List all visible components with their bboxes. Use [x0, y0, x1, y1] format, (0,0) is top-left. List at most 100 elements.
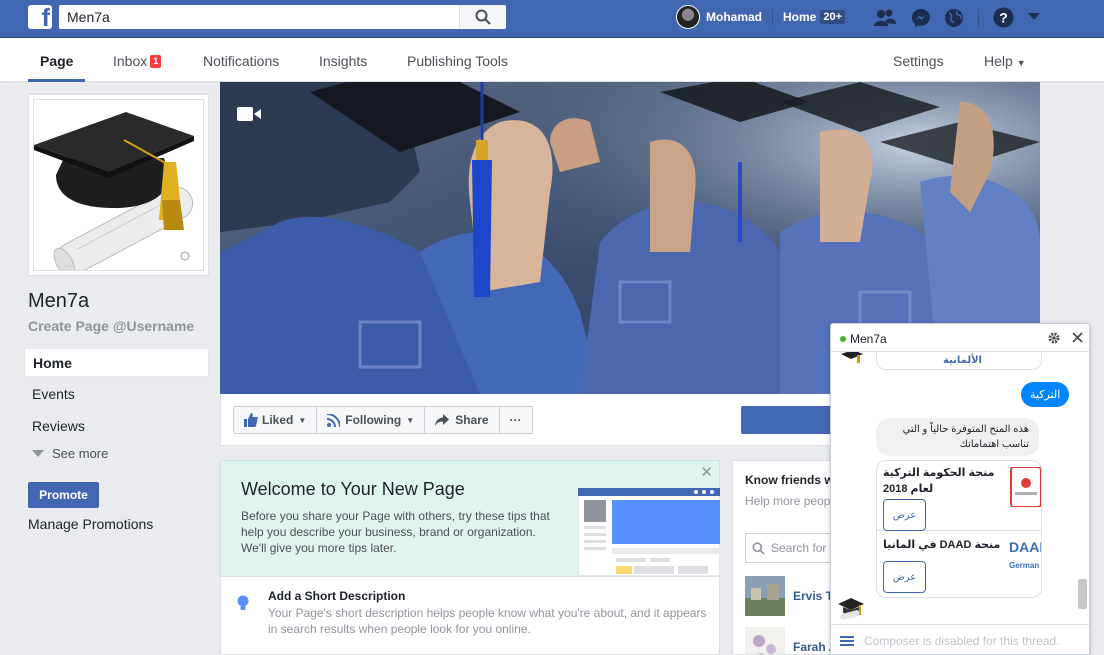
search-box [59, 5, 506, 29]
list-item[interactable]: Farah A [745, 627, 837, 654]
page-title: Men7a [28, 290, 90, 312]
bot-avatar [841, 352, 863, 363]
chat-header[interactable]: Men7a [831, 324, 1089, 352]
chat-messages: الألمانية التركية هذه المنح المتوفرة حال… [831, 352, 1089, 626]
scholarship-cards: منحة الحكومة التركية لعام 2018 عرض منحة … [876, 460, 1042, 598]
globe-icon[interactable] [944, 8, 964, 28]
share-label: Share [455, 413, 489, 427]
facebook-logo[interactable]: f [28, 5, 52, 29]
search-icon [475, 9, 491, 25]
composer-disabled-text: Composer is disabled for this thread. [864, 634, 1060, 648]
chat-title[interactable]: Men7a [840, 332, 887, 346]
tab-label: Notifications [203, 53, 280, 69]
following-label: Following [345, 413, 402, 427]
tab-label: Page [40, 53, 74, 69]
search-input[interactable] [59, 5, 457, 29]
avatar[interactable] [676, 5, 700, 29]
gear-icon[interactable] [1048, 332, 1060, 344]
tab-label: Publishing Tools [407, 53, 508, 69]
scholarship-card-daad: منحة DAAD في المانيا عرض DAAD German [877, 531, 1041, 597]
friend-requests-icon[interactable] [874, 9, 896, 27]
promote-button[interactable]: Promote [28, 482, 99, 508]
tip-text: Your Page's short description helps peop… [268, 606, 707, 636]
search-placeholder: Search for [771, 541, 827, 555]
previous-card: الألمانية [876, 352, 1042, 370]
search-button[interactable] [459, 5, 506, 29]
tab-inbox[interactable]: Inbox 1 [113, 38, 162, 82]
online-status-icon [840, 336, 846, 342]
caret-down-icon: ▼ [1016, 58, 1026, 68]
tip-title: Add a Short Description [268, 589, 406, 603]
manage-promotions-link[interactable]: Manage Promotions [28, 516, 153, 532]
sidebar-item-events[interactable]: Events [24, 380, 209, 409]
more-label: ··· [509, 413, 522, 427]
friends-card-title: Know friends w [745, 473, 834, 487]
lightbulb-icon [237, 595, 249, 610]
user-message-bubble: التركية [1021, 382, 1070, 407]
see-more-label: See more [52, 446, 109, 461]
messenger-icon[interactable] [911, 8, 931, 28]
friend-name[interactable]: Ervis T [793, 589, 833, 603]
scholarship-card-turkey: منحة الحكومة التركية لعام 2018 عرض [877, 461, 1041, 531]
share-button[interactable]: Share [425, 407, 500, 433]
composer-bar: Composer is disabled for this thread. [831, 624, 1089, 654]
turkiye-burslari-logo [1010, 467, 1041, 507]
sidebar-item-home[interactable]: Home [24, 348, 209, 377]
welcome-title: Welcome to Your New Page [241, 479, 465, 499]
divider [772, 9, 774, 25]
search-icon [752, 541, 765, 555]
chevron-down-icon [32, 449, 44, 457]
share-arrow-icon [435, 414, 450, 426]
tab-insights[interactable]: Insights [319, 38, 367, 82]
chat-scrollbar[interactable] [1078, 579, 1087, 609]
daad-logo: DAAD German [1009, 539, 1041, 585]
inbox-badge: 1 [150, 55, 162, 68]
page-preview-illustration [578, 488, 720, 576]
card-title: منحة الحكومة التركية لعام 2018 [883, 467, 995, 495]
tab-label: Inbox [113, 53, 148, 69]
tip-short-description[interactable]: Add a Short Description Your Page's shor… [221, 576, 719, 646]
home-count-badge: 20+ [820, 10, 846, 24]
welcome-banner: Welcome to Your New Page Before you shar… [221, 461, 720, 576]
sidebar-item-reviews[interactable]: Reviews [24, 412, 209, 441]
daad-logo-sub: German [1009, 561, 1040, 570]
view-button[interactable]: عرض [883, 561, 926, 593]
chevron-down-icon[interactable] [1028, 13, 1040, 21]
bot-avatar [838, 598, 864, 620]
liked-label: Liked [262, 413, 294, 427]
thumbs-up-icon [244, 413, 258, 427]
rss-icon [327, 413, 341, 427]
user-name[interactable]: Mohamad [706, 10, 762, 24]
home-link[interactable]: Home [783, 10, 816, 24]
caret-down-icon: ▼ [298, 415, 307, 425]
tab-publishing-tools[interactable]: Publishing Tools [407, 38, 508, 82]
caret-down-icon: ▼ [406, 415, 415, 425]
card-title: منحة DAAD في المانيا [883, 539, 1001, 551]
friend-photo [745, 576, 785, 616]
help-icon[interactable]: ? [993, 7, 1014, 28]
welcome-card: Welcome to Your New Page Before you shar… [220, 460, 720, 655]
divider [978, 9, 979, 27]
menu-icon[interactable] [840, 636, 854, 646]
tab-page[interactable]: Page [28, 38, 86, 82]
tab-label: Insights [319, 53, 368, 69]
tab-help[interactable]: Help ▼ [984, 38, 1026, 82]
following-button[interactable]: Following ▼ [317, 407, 426, 433]
tab-notifications[interactable]: Notifications [203, 38, 279, 82]
tab-label: Help [984, 53, 1013, 69]
chat-title-label: Men7a [850, 332, 887, 346]
create-username-link[interactable]: Create Page @Username [28, 318, 194, 334]
list-item[interactable]: Ervis T [745, 576, 833, 616]
tab-settings[interactable]: Settings [893, 38, 944, 82]
profile-picture[interactable] [28, 94, 209, 276]
see-more-link[interactable]: See more [32, 446, 108, 461]
close-icon[interactable] [1072, 332, 1083, 343]
view-button[interactable]: عرض [883, 499, 926, 531]
more-options-button[interactable]: ··· [500, 407, 532, 433]
daad-logo-text: DAAD [1009, 539, 1041, 555]
welcome-text: Before you share your Page with others, … [241, 509, 550, 555]
user-nav: Mohamad Home 20+ [676, 5, 846, 29]
svg-text:?: ? [999, 10, 1008, 26]
liked-button[interactable]: Liked ▼ [234, 407, 318, 433]
close-icon[interactable]: ✕ [700, 463, 713, 481]
